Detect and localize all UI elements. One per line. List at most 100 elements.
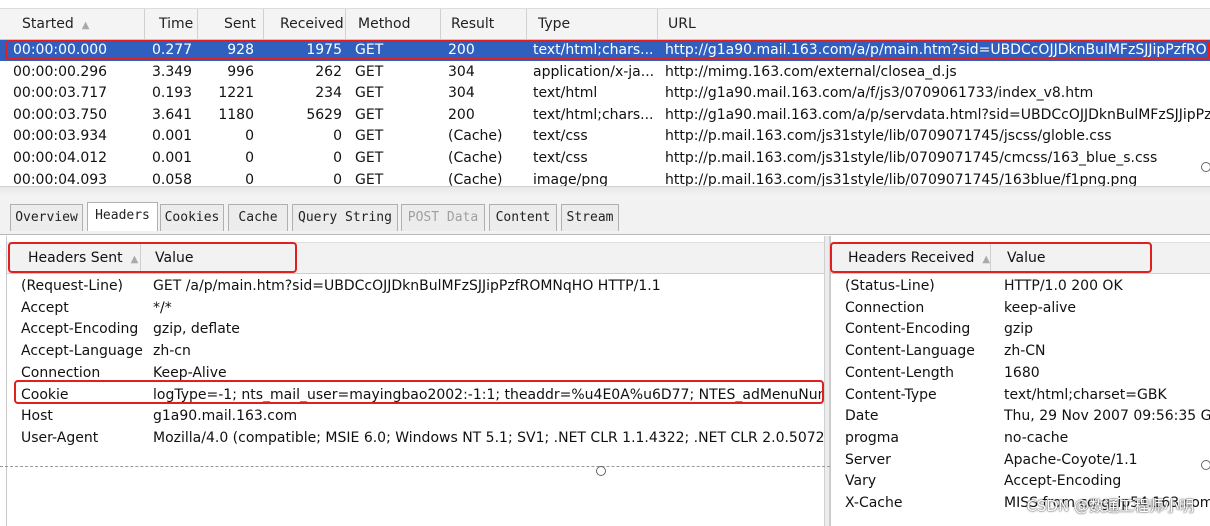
request-cell: http://mimg.163.com/external/closea_d.js <box>665 63 957 80</box>
headers-sent-header: Headers Sent ▲ Value <box>7 242 825 274</box>
header-value: logType=-1; nts_mail_user=mayingbao2002:… <box>153 386 825 403</box>
request-row[interactable]: 00:00:04.012 0.001 0 0 GET (Cache) text/css htt… <box>0 148 1210 169</box>
request-cell: 0 <box>333 150 342 166</box>
tab-bar: Overview Headers Cookies Cache Query Str… <box>0 198 1210 235</box>
headers-sent-pane[interactable]: Headers Sent ▲ Value (Request-Line) GET /a… <box>6 236 825 526</box>
tab-cookies[interactable]: Cookies <box>160 204 224 231</box>
request-cell: 00:00:03.750 <box>13 106 108 123</box>
header-row[interactable]: Accept-Encoding gzip, deflate <box>7 319 825 340</box>
request-row[interactable]: 00:00:03.750 3.641 1180 5629 GET 200 text/html… <box>0 105 1210 126</box>
request-cell: 200 <box>448 106 475 123</box>
request-cell: 0 <box>333 128 342 145</box>
request-cell: 996 <box>227 63 254 80</box>
request-cell: text/css <box>533 150 588 166</box>
request-cell: 0.193 <box>152 85 192 102</box>
scroll-handle-icon[interactable] <box>1201 162 1210 172</box>
tab-query-string[interactable]: Query String <box>292 204 398 231</box>
tab-stream[interactable]: Stream <box>561 204 619 231</box>
request-list[interactable]: Started ▲ Time Sent Received Method Resul… <box>0 0 1210 190</box>
watermark: CSDN @数通工程师小明 <box>1026 497 1194 515</box>
header-row[interactable]: Connection keep-alive <box>831 298 1210 319</box>
request-cell: 3.349 <box>152 63 192 80</box>
header-row[interactable]: Content-Length 1680 <box>831 363 1210 384</box>
header-row[interactable]: Host g1a90.mail.163.com <box>7 406 825 427</box>
header-name: Connection <box>845 299 925 316</box>
header-row[interactable]: progma no-cache <box>831 428 1210 449</box>
request-cell: 928 <box>227 42 254 58</box>
request-cell: 234 <box>315 85 342 102</box>
tab-content[interactable]: Content <box>489 204 557 231</box>
lower-splitter[interactable] <box>0 466 830 468</box>
column-header-result[interactable]: Result <box>441 9 527 39</box>
header-value: keep-alive <box>1004 299 1077 316</box>
request-cell: 0 <box>245 128 254 145</box>
request-cell: (Cache) <box>448 128 503 145</box>
request-cell: 200 <box>448 42 475 58</box>
column-header-headers-sent[interactable]: Headers Sent ▲ <box>7 243 141 273</box>
header-name: Content-Language <box>845 343 975 360</box>
request-cell: 0.001 <box>152 150 192 166</box>
request-cell: text/html <box>533 85 598 102</box>
headers-received-header: Headers Received ▲ Value <box>831 242 1210 274</box>
header-name: User-Agent <box>21 429 99 446</box>
request-cell: 3.641 <box>152 106 192 123</box>
header-row[interactable]: User-Agent Mozilla/4.0 (compatible; MSIE … <box>7 428 825 449</box>
request-row[interactable]: 00:00:00.000 0.277 928 1975 GET 200 text/html;… <box>0 40 1210 61</box>
header-name: progma <box>845 429 900 446</box>
column-header-sent[interactable]: Sent <box>198 9 264 39</box>
tab-cache[interactable]: Cache <box>228 204 288 231</box>
tab-post-data: POST Data <box>401 204 485 231</box>
header-row[interactable]: Date Thu, 29 Nov 2007 09:56:35 GMT <box>831 406 1210 427</box>
header-name: Content-Encoding <box>845 321 971 338</box>
header-value: Mozilla/4.0 (compatible; MSIE 6.0; Windo… <box>153 429 825 446</box>
request-cell: 00:00:03.717 <box>13 85 108 102</box>
header-name: (Status-Line) <box>845 278 935 294</box>
request-cell: http://p.mail.163.com/js31style/lib/0709… <box>665 128 1112 145</box>
splitter-handle-icon[interactable] <box>1201 460 1210 470</box>
column-header-method[interactable]: Method <box>346 9 441 39</box>
request-cell: text/css <box>533 128 588 145</box>
column-header-time[interactable]: Time <box>145 9 198 39</box>
column-header-started[interactable]: Started ▲ <box>0 9 145 39</box>
sort-ascending-icon: ▲ <box>130 254 139 265</box>
header-row[interactable]: Content-Encoding gzip <box>831 319 1210 340</box>
column-header-url[interactable]: URL <box>658 9 1210 39</box>
header-name: Content-Length <box>845 364 955 381</box>
header-row[interactable]: Accept */* <box>7 298 825 319</box>
header-row[interactable]: (Request-Line) GET /a/p/main.htm?sid=UBDC… <box>7 276 825 297</box>
splitter-handle-icon[interactable] <box>596 466 606 476</box>
header-name: Accept-Encoding <box>21 321 139 338</box>
column-header-received[interactable]: Received <box>264 9 346 39</box>
header-value: zh-cn <box>153 343 191 360</box>
header-row[interactable]: Connection Keep-Alive <box>7 363 825 384</box>
header-value: GET /a/p/main.htm?sid=UBDCcOJJDknBulMFzS… <box>153 278 661 294</box>
request-cell: application/x-ja... <box>533 63 655 80</box>
column-header-value[interactable]: Value <box>991 243 1210 273</box>
column-header-value[interactable]: Value <box>141 243 825 273</box>
header-row[interactable]: Accept-Language zh-cn <box>7 341 825 362</box>
request-cell: text/html;chars... <box>533 42 654 58</box>
header-name: (Request-Line) <box>21 278 124 294</box>
tab-overview[interactable]: Overview <box>10 204 83 231</box>
column-header-type[interactable]: Type <box>527 9 658 39</box>
header-value: gzip <box>1004 321 1034 338</box>
tab-headers[interactable]: Headers <box>87 202 158 231</box>
request-row[interactable]: 00:00:03.934 0.001 0 0 GET (Cache) text/css htt… <box>0 126 1210 147</box>
request-cell: 00:00:00.000 <box>13 42 108 58</box>
header-row[interactable]: Content-Language zh-CN <box>831 341 1210 362</box>
request-cell: (Cache) <box>448 150 503 166</box>
header-row[interactable]: Server Apache-Coyote/1.1 <box>831 450 1210 471</box>
request-cell: 0 <box>245 150 254 166</box>
header-row[interactable]: (Status-Line) HTTP/1.0 200 OK <box>831 276 1210 297</box>
header-name: X-Cache <box>845 495 903 511</box>
header-row[interactable]: Vary Accept-Encoding <box>831 471 1210 492</box>
header-name: Content-Type <box>845 386 937 403</box>
header-row[interactable]: Cookie logType=-1; nts_mail_user=mayingba… <box>7 385 825 406</box>
headers-received-pane[interactable]: Headers Received ▲ Value (Status-Line) HTT… <box>830 236 1210 526</box>
column-header-headers-received[interactable]: Headers Received ▲ <box>831 243 991 273</box>
header-row[interactable]: Content-Type text/html;charset=GBK <box>831 385 1210 406</box>
request-cell: 0.277 <box>152 42 192 58</box>
request-cell: 304 <box>448 63 475 80</box>
request-row[interactable]: 00:00:03.717 0.193 1221 234 GET 304 text/html h… <box>0 83 1210 104</box>
request-row[interactable]: 00:00:00.296 3.349 996 262 GET 304 application… <box>0 62 1210 83</box>
